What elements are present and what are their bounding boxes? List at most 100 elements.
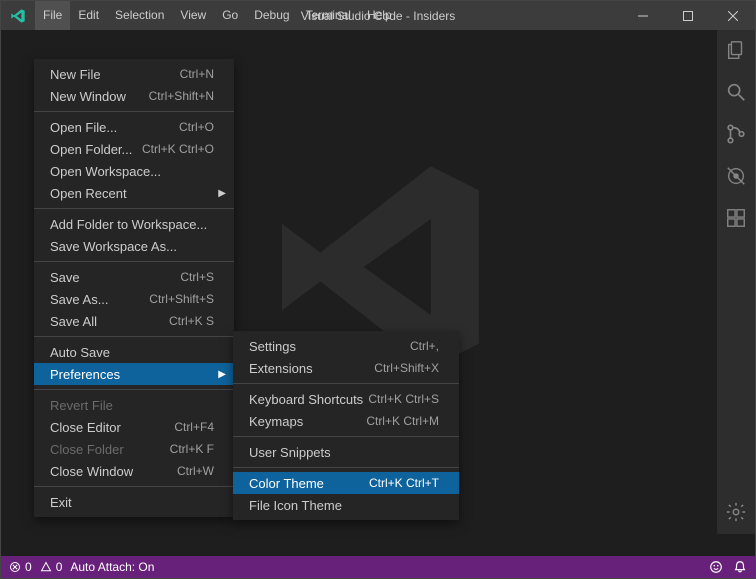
prefs-menu-item[interactable]: Color Theme Ctrl+K Ctrl+T [233, 472, 459, 494]
prefs-menu-item[interactable]: Keymaps Ctrl+K Ctrl+M [233, 410, 459, 432]
menu-item-shortcut: Ctrl+Shift+X [374, 361, 439, 375]
menu-item-label: New Window [50, 89, 126, 104]
editor-area: Toggle Terminal unbound [1, 30, 755, 556]
menu-item-label: User Snippets [249, 445, 331, 460]
file-menu-item: Close FolderCtrl+K F [34, 438, 234, 460]
minimize-button[interactable] [620, 1, 665, 30]
menu-item-label: Keymaps [249, 414, 303, 429]
status-bar: 0 0 Auto Attach: On [1, 556, 755, 578]
menu-item-label: Save Workspace As... [50, 239, 177, 254]
file-menu-dropdown: New FileCtrl+N New Window Ctrl+Shift+N Open… [34, 59, 234, 517]
menu-item-label: Open File... [50, 120, 117, 135]
file-menu-separator [34, 261, 234, 262]
menu-view[interactable]: View [172, 1, 214, 30]
file-menu-item[interactable]: New FileCtrl+N [34, 63, 234, 85]
app-window: File Edit Selection View Go Debug Termin… [0, 0, 756, 579]
menu-item-label: Close Folder [50, 442, 124, 457]
prefs-menu-item[interactable]: User Snippets [233, 441, 459, 463]
menu-go[interactable]: Go [214, 1, 246, 30]
menu-item-shortcut: Ctrl+O [179, 120, 214, 134]
vscode-insiders-icon [1, 8, 35, 24]
menu-item-label: Color Theme [249, 476, 324, 491]
file-menu-separator [34, 389, 234, 390]
warning-icon [40, 561, 52, 573]
files-icon[interactable] [724, 38, 748, 62]
menu-item-label: Extensions [249, 361, 313, 376]
file-menu-separator [34, 336, 234, 337]
prefs-menu-item[interactable]: File Icon Theme [233, 494, 459, 516]
menu-item-label: Close Window [50, 464, 133, 479]
file-menu-item[interactable]: Preferences▶ [34, 363, 234, 385]
menu-terminal[interactable]: Terminal [298, 1, 359, 30]
menu-item-label: File Icon Theme [249, 498, 342, 513]
menu-help[interactable]: Help [359, 1, 400, 30]
file-menu-separator [34, 208, 234, 209]
file-menu-separator [34, 486, 234, 487]
activity-bar [717, 30, 755, 534]
prefs-menu-separator [233, 436, 459, 437]
menu-item-label: Add Folder to Workspace... [50, 217, 207, 232]
menu-item-label: Open Workspace... [50, 164, 161, 179]
menu-debug[interactable]: Debug [246, 1, 297, 30]
menu-item-label: Settings [249, 339, 296, 354]
menu-item-label: Open Recent [50, 186, 127, 201]
file-menu-item[interactable]: Open Recent▶ [34, 182, 234, 204]
menu-item-shortcut: Ctrl+Shift+N [149, 89, 214, 103]
menu-item-shortcut: Ctrl+K Ctrl+S [368, 392, 439, 406]
status-auto-attach[interactable]: Auto Attach: On [70, 560, 154, 574]
extensions-icon[interactable] [724, 206, 748, 230]
menu-selection[interactable]: Selection [107, 1, 172, 30]
file-menu-item: Revert File [34, 394, 234, 416]
menu-item-shortcut: Ctrl+, [410, 339, 439, 353]
file-menu-item[interactable]: Open Folder...Ctrl+K Ctrl+O [34, 138, 234, 160]
menu-file[interactable]: File [35, 1, 70, 30]
status-warnings-count: 0 [56, 560, 63, 574]
menu-item-shortcut: Ctrl+K Ctrl+M [366, 414, 439, 428]
menu-item-shortcut: Ctrl+K S [169, 314, 214, 328]
menu-item-label: Revert File [50, 398, 113, 413]
source-control-icon[interactable] [724, 122, 748, 146]
menu-item-shortcut: Ctrl+K Ctrl+T [369, 476, 439, 490]
menu-item-label: Save As... [50, 292, 109, 307]
titlebar: File Edit Selection View Go Debug Termin… [1, 1, 755, 30]
file-menu-item[interactable]: Open File... Ctrl+O [34, 116, 234, 138]
maximize-button[interactable] [665, 1, 710, 30]
menu-edit[interactable]: Edit [70, 1, 107, 30]
prefs-menu-item[interactable]: Settings Ctrl+, [233, 335, 459, 357]
menu-item-label: Close Editor [50, 420, 121, 435]
file-menu-item[interactable]: Add Folder to Workspace... [34, 213, 234, 235]
file-menu-item[interactable]: Save Workspace As... [34, 235, 234, 257]
preferences-submenu: Settings Ctrl+, Extensions Ctrl+Shift+X Keyb… [233, 331, 459, 520]
file-menu-item[interactable]: Close EditorCtrl+F4 [34, 416, 234, 438]
file-menu-item[interactable]: Close WindowCtrl+W [34, 460, 234, 482]
prefs-menu-separator [233, 467, 459, 468]
prefs-menu-item[interactable]: Extensions Ctrl+Shift+X [233, 357, 459, 379]
menu-item-shortcut: Ctrl+K Ctrl+O [142, 142, 214, 156]
file-menu-item[interactable]: Exit [34, 491, 234, 513]
file-menu-item[interactable]: Save As... Ctrl+Shift+S [34, 288, 234, 310]
close-button[interactable] [710, 1, 755, 30]
feedback-icon[interactable] [709, 560, 723, 574]
menu-item-label: Keyboard Shortcuts [249, 392, 363, 407]
debug-alt-icon[interactable] [724, 164, 748, 188]
window-controls [620, 1, 755, 30]
status-warnings[interactable]: 0 [40, 560, 63, 574]
menu-item-label: Auto Save [50, 345, 110, 360]
file-menu-separator [34, 111, 234, 112]
file-menu-item[interactable]: New Window Ctrl+Shift+N [34, 85, 234, 107]
gear-icon[interactable] [724, 500, 748, 524]
menu-item-label: Save All [50, 314, 97, 329]
status-errors-count: 0 [25, 560, 32, 574]
prefs-menu-item[interactable]: Keyboard Shortcuts Ctrl+K Ctrl+S [233, 388, 459, 410]
file-menu-item[interactable]: SaveCtrl+S [34, 266, 234, 288]
notifications-icon[interactable] [733, 560, 747, 574]
menu-item-label: Exit [50, 495, 72, 510]
menu-item-shortcut: Ctrl+N [180, 67, 214, 81]
menubar: File Edit Selection View Go Debug Termin… [35, 1, 400, 30]
file-menu-item[interactable]: Save All Ctrl+K S [34, 310, 234, 332]
status-errors[interactable]: 0 [9, 560, 32, 574]
file-menu-item[interactable]: Auto Save [34, 341, 234, 363]
search-icon[interactable] [724, 80, 748, 104]
menu-item-shortcut: Ctrl+Shift+S [149, 292, 214, 306]
file-menu-item[interactable]: Open Workspace... [34, 160, 234, 182]
